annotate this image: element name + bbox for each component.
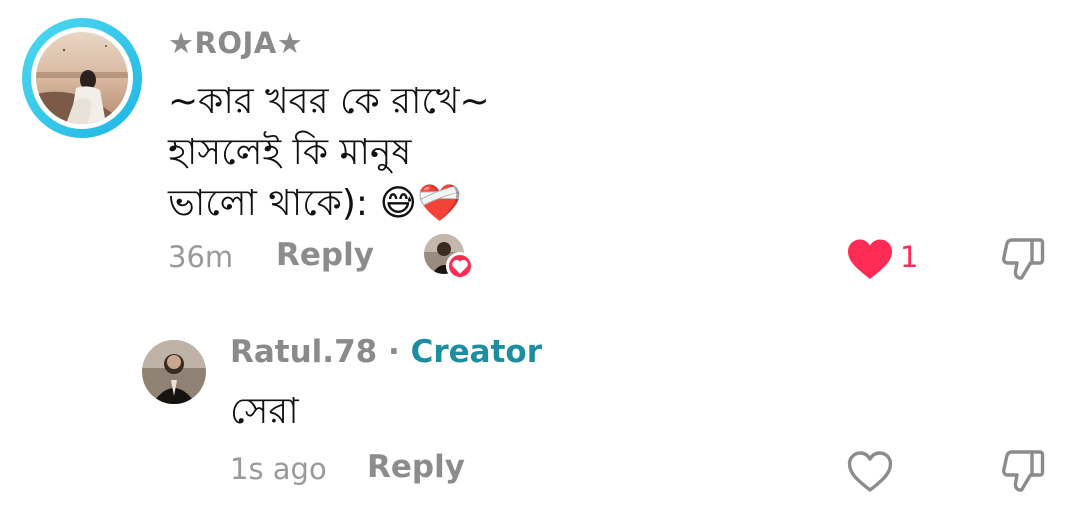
avatar-image bbox=[36, 32, 128, 124]
avatar[interactable] bbox=[36, 32, 128, 124]
comment-timestamp: 36m bbox=[168, 240, 234, 274]
reply-username-row: Ratul.78 · Creator bbox=[230, 334, 542, 370]
small-heart-icon bbox=[446, 252, 474, 280]
creator-badge: Creator bbox=[410, 334, 542, 370]
separator: · bbox=[388, 334, 400, 370]
reply-username[interactable]: Ratul.78 bbox=[230, 334, 377, 370]
heart-icon[interactable] bbox=[846, 238, 894, 282]
thumbs-down-icon[interactable] bbox=[1000, 236, 1046, 282]
reply-button[interactable]: Reply bbox=[367, 449, 465, 485]
reply-button[interactable]: Reply bbox=[276, 237, 374, 273]
comment-line: ~কার খবর কে রাখে~ bbox=[168, 81, 490, 122]
reply-timestamp: 1s ago bbox=[230, 452, 327, 486]
comment-text: ~কার খবর কে রাখে~ হাসলেই কি মানুষ ভালো থ… bbox=[168, 76, 490, 229]
liked-by-creator-badge bbox=[424, 234, 474, 280]
reply-avatar-image bbox=[142, 340, 206, 404]
reply-text: সেরা bbox=[230, 391, 299, 432]
thumbs-down-icon[interactable] bbox=[1000, 448, 1046, 494]
comment-username[interactable]: ★ROJA★ bbox=[168, 26, 303, 60]
reply-avatar[interactable] bbox=[142, 340, 206, 404]
like-count: 1 bbox=[900, 240, 919, 274]
heart-outline-icon[interactable] bbox=[846, 450, 894, 494]
comment-line: ভালো থাকে): 😅❤️‍🩹 bbox=[168, 183, 462, 224]
comment-line: হাসলেই কি মানুষ bbox=[168, 132, 412, 173]
